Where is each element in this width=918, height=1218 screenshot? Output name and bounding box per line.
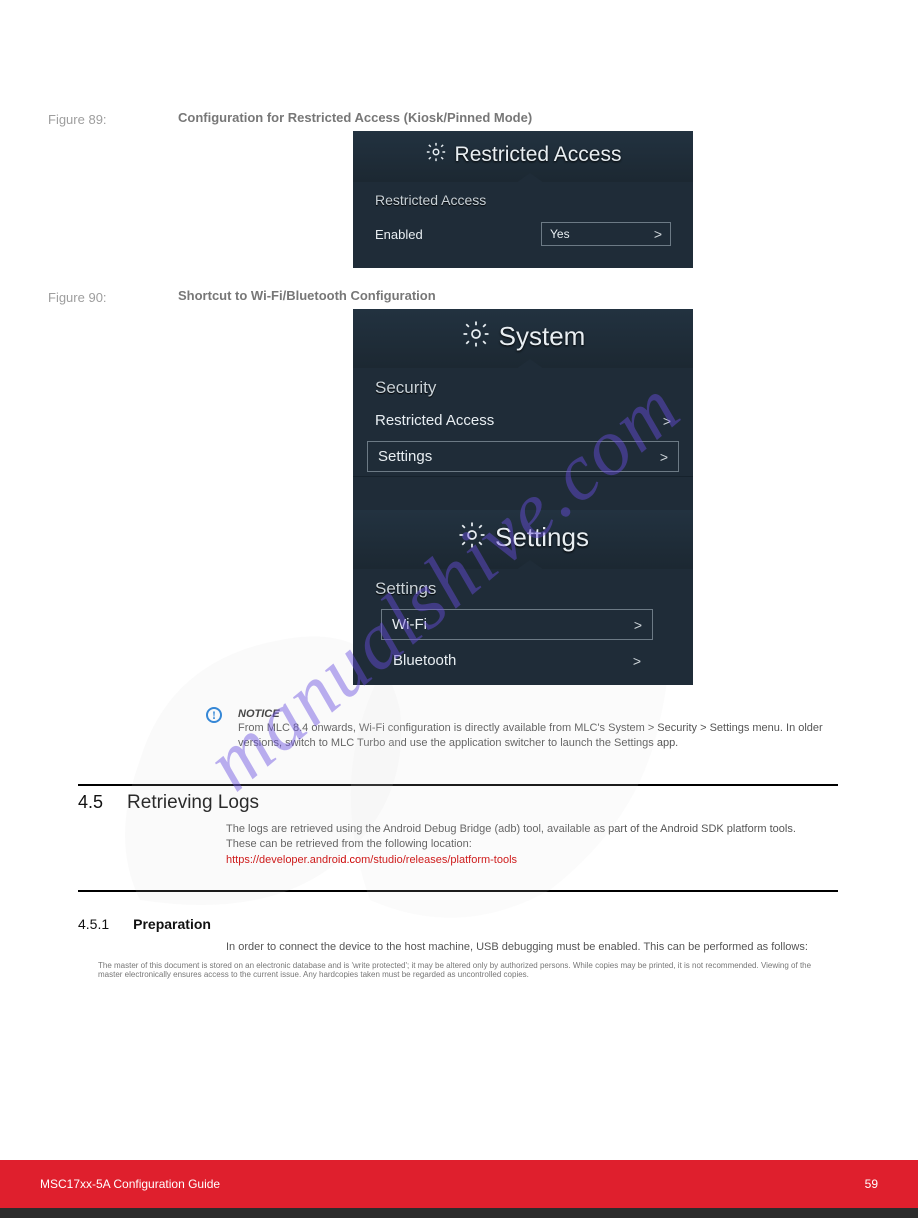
settings-title: Settings xyxy=(495,522,589,553)
settings-section: Settings xyxy=(353,569,693,605)
figure-90-caption: Shortcut to Wi-Fi/Bluetooth Configuratio… xyxy=(178,288,868,303)
settings-item: Settings xyxy=(378,448,432,465)
figure-89: Figure 89: Configuration for Restricted … xyxy=(48,110,868,268)
settings-row[interactable]: Settings > xyxy=(367,441,679,472)
footer-page-number: 59 xyxy=(865,1177,878,1191)
disclaimer: The master of this document is stored on… xyxy=(48,955,868,979)
figure-89-caption: Configuration for Restricted Access (Kio… xyxy=(178,110,868,125)
system-panel: System Security Restricted Access > Sett… xyxy=(353,309,693,685)
security-label: Security xyxy=(353,368,693,404)
chevron-right-icon: > xyxy=(634,617,642,633)
footer: MSC17xx-5A Configuration Guide 59 xyxy=(0,1160,918,1218)
gear-icon xyxy=(425,141,447,168)
enabled-dropdown[interactable]: Yes > xyxy=(541,222,671,246)
bluetooth-row[interactable]: Bluetooth > xyxy=(353,644,693,677)
chevron-right-icon: > xyxy=(633,653,641,669)
restricted-access-section: Restricted Access xyxy=(353,182,693,214)
chevron-right-icon: > xyxy=(654,226,662,242)
restricted-access-title: Restricted Access xyxy=(455,143,622,167)
system-title: System xyxy=(499,321,586,352)
restricted-access-panel: Restricted Access Restricted Access Enab… xyxy=(353,131,693,268)
enabled-row: Enabled Yes > xyxy=(353,214,693,254)
bluetooth-item: Bluetooth xyxy=(393,652,456,669)
enabled-value: Yes xyxy=(550,227,570,241)
wifi-item: Wi-Fi xyxy=(392,616,427,633)
wifi-row[interactable]: Wi-Fi > xyxy=(381,609,653,640)
gear-icon xyxy=(457,520,487,555)
restricted-access-row[interactable]: Restricted Access > xyxy=(353,404,693,437)
footer-left: MSC17xx-5A Configuration Guide xyxy=(40,1177,220,1191)
restricted-access-item: Restricted Access xyxy=(375,412,494,429)
chevron-right-icon: > xyxy=(663,413,671,429)
figure-90: Figure 90: Shortcut to Wi-Fi/Bluetooth C… xyxy=(48,288,868,685)
chevron-right-icon: > xyxy=(660,449,668,465)
figure-90-label: Figure 90: xyxy=(48,288,178,305)
gear-icon xyxy=(461,319,491,354)
figure-89-label: Figure 89: xyxy=(48,110,178,127)
enabled-label: Enabled xyxy=(375,227,423,242)
